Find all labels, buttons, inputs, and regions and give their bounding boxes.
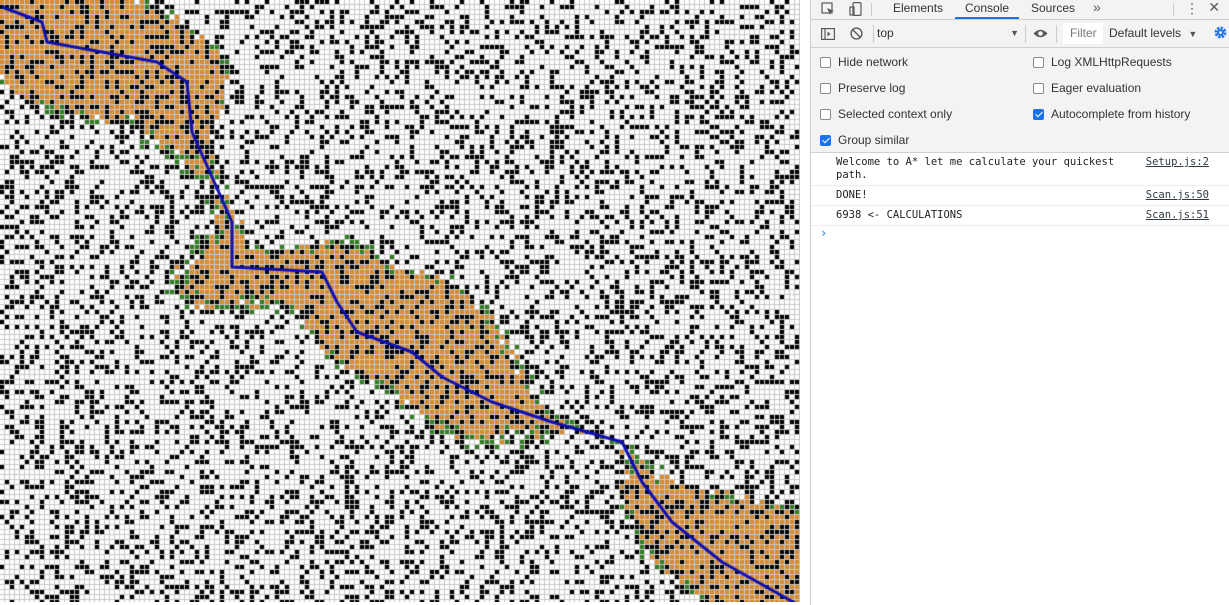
group-similar-label: Group similar bbox=[838, 133, 910, 147]
sidebar-toggle-icon[interactable] bbox=[820, 26, 835, 41]
tab-sources[interactable]: Sources bbox=[1031, 0, 1075, 19]
context-value: top bbox=[877, 26, 894, 40]
chevron-down-icon: ▼ bbox=[1010, 28, 1019, 38]
chevron-down-icon: ▼ bbox=[1188, 29, 1198, 39]
eager-evaluation-checkbox[interactable] bbox=[1033, 82, 1044, 94]
log-xhr-checkbox[interactable] bbox=[1033, 56, 1044, 68]
eager-evaluation-option[interactable]: Eager evaluation bbox=[1033, 81, 1141, 95]
tab-separator bbox=[871, 3, 872, 16]
console-message-text: Welcome to A* let me calculate your quic… bbox=[836, 156, 1115, 181]
console-message-text: DONE! bbox=[836, 189, 868, 201]
log-xhr-label: Log XMLHttpRequests bbox=[1051, 55, 1172, 69]
tab-console[interactable]: Console bbox=[955, 0, 1020, 19]
close-devtools-button[interactable]: ✕ bbox=[1208, 0, 1220, 16]
levels-label: Default levels bbox=[1109, 26, 1182, 40]
inspect-icon[interactable] bbox=[820, 1, 836, 17]
toolbar-separator bbox=[873, 25, 874, 43]
toolbar-separator bbox=[1056, 25, 1057, 43]
hide-network-label: Hide network bbox=[838, 55, 909, 69]
hide-network-checkbox[interactable] bbox=[820, 56, 831, 68]
clear-console-icon[interactable] bbox=[849, 26, 864, 41]
log-levels-dropdown[interactable]: Default levels ▼ bbox=[1109, 23, 1197, 44]
eager-evaluation-label: Eager evaluation bbox=[1051, 81, 1142, 95]
console-message: 6938 <- CALCULATIONS Scan.js:51 bbox=[811, 206, 1229, 226]
console-settings: Hide network Preserve log Selected conte… bbox=[811, 48, 1229, 153]
group-similar-checkbox[interactable] bbox=[820, 134, 831, 146]
filter-input[interactable]: Filter bbox=[1063, 23, 1103, 44]
autocomplete-history-checkbox[interactable] bbox=[1033, 108, 1044, 120]
astar-grid-canvas bbox=[0, 0, 800, 602]
devtools-tabbar: Elements Console Sources » ⋮ ✕ bbox=[811, 0, 1229, 20]
devtools-panel: Elements Console Sources » ⋮ ✕ top ▼ Fil… bbox=[810, 0, 1229, 605]
console-prompt[interactable]: › bbox=[820, 226, 827, 240]
context-selector[interactable]: top ▼ bbox=[877, 23, 1019, 44]
selected-context-checkbox[interactable] bbox=[820, 108, 831, 120]
preserve-log-checkbox[interactable] bbox=[820, 82, 831, 94]
toolbar-separator bbox=[1025, 25, 1026, 43]
hide-network-option[interactable]: Hide network bbox=[820, 55, 908, 69]
group-similar-option[interactable]: Group similar bbox=[820, 133, 909, 147]
devtools-menu-button[interactable]: ⋮ bbox=[1185, 0, 1199, 17]
eye-icon[interactable] bbox=[1033, 26, 1048, 41]
console-toolbar: top ▼ Filter Default levels ▼ bbox=[811, 20, 1229, 48]
preserve-log-option[interactable]: Preserve log bbox=[820, 81, 905, 95]
console-message: Welcome to A* let me calculate your quic… bbox=[811, 153, 1229, 186]
autocomplete-history-option[interactable]: Autocomplete from history bbox=[1033, 107, 1190, 121]
console-source-link[interactable]: Scan.js:50 bbox=[1146, 189, 1209, 202]
tab-elements[interactable]: Elements bbox=[893, 0, 943, 19]
console-source-link[interactable]: Scan.js:51 bbox=[1146, 209, 1209, 222]
log-xhr-option[interactable]: Log XMLHttpRequests bbox=[1033, 55, 1172, 69]
page-gutter bbox=[800, 0, 810, 605]
device-toolbar-icon[interactable] bbox=[848, 1, 864, 17]
console-source-link[interactable]: Setup.js:2 bbox=[1146, 156, 1209, 169]
console-output: Welcome to A* let me calculate your quic… bbox=[811, 153, 1229, 605]
console-message: DONE! Scan.js:50 bbox=[811, 186, 1229, 206]
selected-context-label: Selected context only bbox=[838, 107, 953, 121]
console-message-text: 6938 <- CALCULATIONS bbox=[836, 209, 963, 221]
gear-icon[interactable] bbox=[1213, 25, 1228, 40]
more-tabs-button[interactable]: » bbox=[1093, 0, 1101, 15]
selected-context-option[interactable]: Selected context only bbox=[820, 107, 952, 121]
preserve-log-label: Preserve log bbox=[838, 81, 906, 95]
autocomplete-history-label: Autocomplete from history bbox=[1051, 107, 1191, 121]
tab-separator bbox=[1173, 3, 1174, 16]
